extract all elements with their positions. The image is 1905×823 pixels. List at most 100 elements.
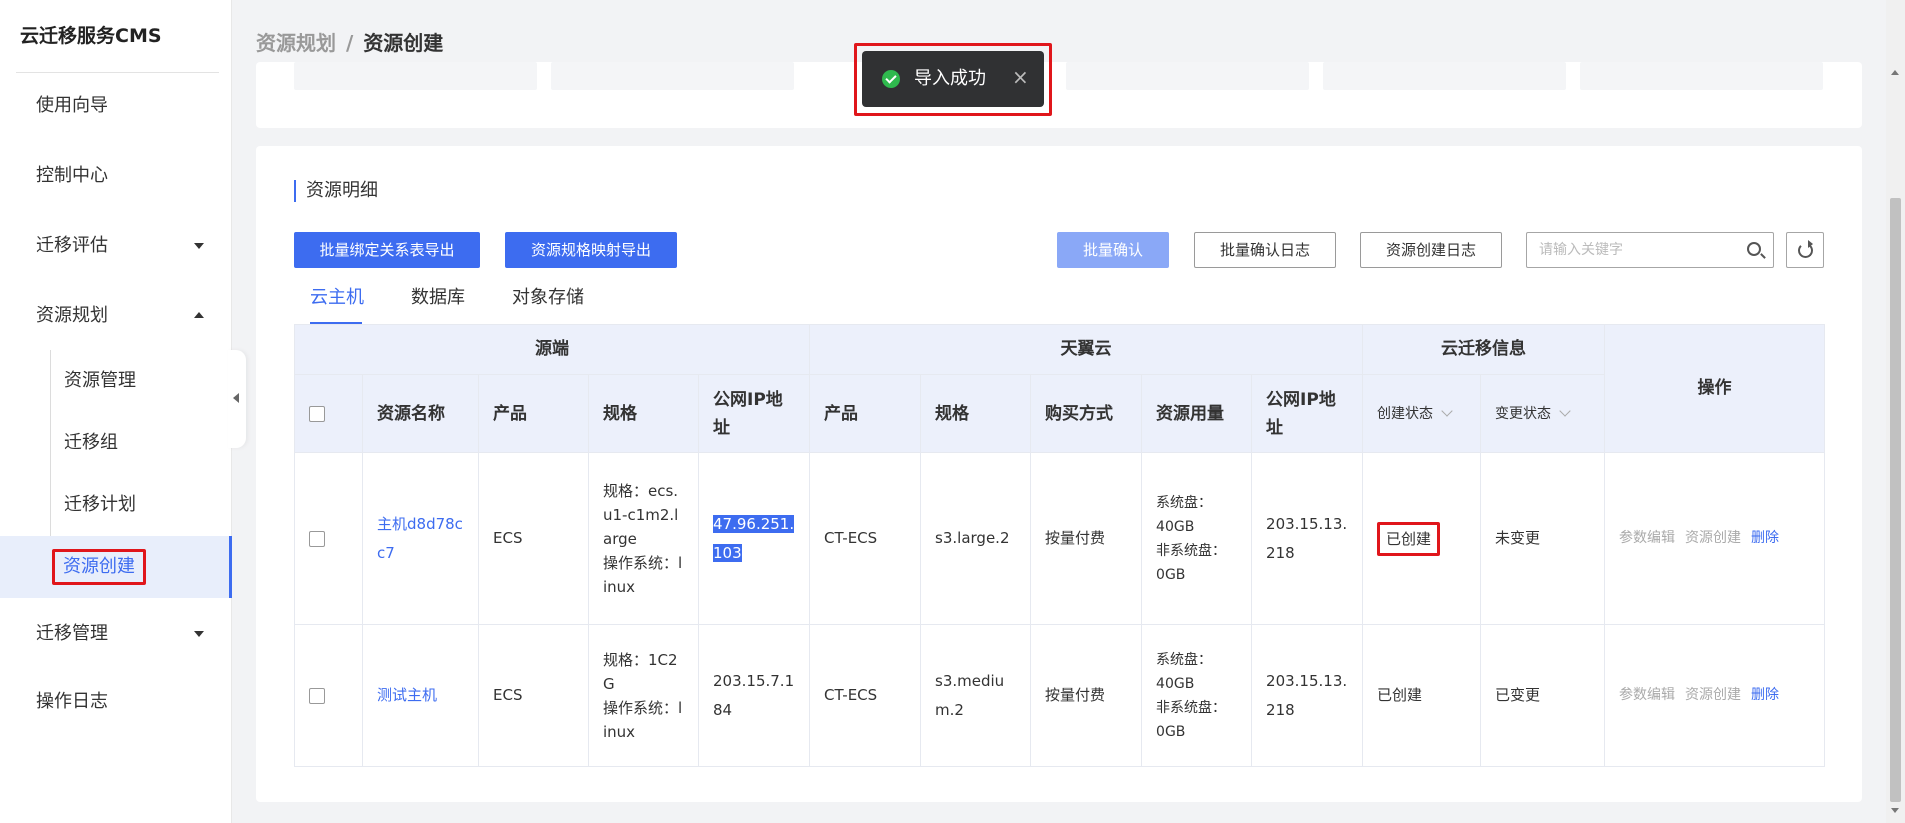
cell-actions: 参数编辑 资源创建 删除 <box>1604 452 1826 625</box>
export-mapping-button[interactable]: 资源规格映射导出 <box>505 232 677 268</box>
summary-stat <box>1323 62 1566 90</box>
select-all-checkbox[interactable] <box>309 405 325 422</box>
cell-usage: 系统盘：40GB 非系统盘：0GB <box>1141 452 1253 625</box>
chevron-down-icon[interactable] <box>1559 404 1571 417</box>
cell-product: ECS <box>478 624 589 767</box>
sidebar-item-operation-log[interactable]: 操作日志 <box>0 678 232 726</box>
sidebar-divider <box>16 72 219 73</box>
sidebar-subitem-migration-plan[interactable]: 迁移计划 <box>52 482 230 528</box>
chevron-up-icon <box>194 312 204 318</box>
refresh-button[interactable] <box>1786 232 1824 268</box>
column-header-create-status[interactable]: 创建状态 <box>1362 374 1482 453</box>
creation-log-button[interactable]: 资源创建日志 <box>1360 232 1502 268</box>
export-binding-button[interactable]: 批量绑定关系表导出 <box>294 232 480 268</box>
cell-change-status: 未变更 <box>1480 452 1606 625</box>
os-text: 操作系统：linux <box>603 698 683 741</box>
column-header-target-ip: 公网IP地址 <box>1251 374 1364 453</box>
row-checkbox[interactable] <box>309 687 325 704</box>
row-select-cell <box>294 452 363 625</box>
chevron-down-icon <box>194 631 204 637</box>
chevron-down-icon[interactable] <box>1441 404 1453 417</box>
batch-confirm-log-button[interactable]: 批量确认日志 <box>1194 232 1336 268</box>
chevron-down-icon <box>194 243 204 249</box>
breadcrumb-separator: / <box>346 31 354 55</box>
summary-stat <box>1580 62 1823 90</box>
sidebar-subitem-label: 资源创建 <box>52 549 146 585</box>
sidebar-item-label: 控制中心 <box>36 165 108 186</box>
column-header-purchase: 购买方式 <box>1030 374 1143 453</box>
summary-stat <box>294 62 537 90</box>
summary-card <box>256 62 1862 128</box>
cell-target-ip: 203.15.13.218 <box>1251 452 1364 625</box>
data-disk-text: 非系统盘：0GB <box>1156 542 1227 583</box>
resource-detail-card: 资源明细 批量绑定关系表导出 资源规格映射导出 批量确认 批量确认日志 资源创建… <box>256 146 1862 802</box>
resource-name-link[interactable]: 测试主机 <box>377 686 437 704</box>
scroll-down-icon[interactable] <box>1891 808 1899 813</box>
scrollbar-thumb[interactable] <box>1890 198 1901 802</box>
sidebar-subitem-resource-management[interactable]: 资源管理 <box>52 358 230 404</box>
toast-message: 导入成功 <box>914 68 986 89</box>
create-resource-link[interactable]: 资源创建 <box>1685 687 1741 703</box>
cell-product: ECS <box>478 452 589 625</box>
row-select-cell <box>294 624 363 767</box>
sidebar-collapse-button[interactable] <box>228 350 246 448</box>
cell-usage: 系统盘：40GB 非系统盘：0GB <box>1141 624 1253 767</box>
group-header-migration: 云迁移信息 <box>1362 324 1606 375</box>
resource-table: 源端 天翼云 云迁移信息 操作 资源名称 产品 规格 公网IP地址 产品 规格 … <box>293 324 1826 767</box>
refresh-icon <box>1798 240 1813 258</box>
delete-link[interactable]: 删除 <box>1751 687 1779 703</box>
column-header-target-product: 产品 <box>809 374 922 453</box>
group-header-tianyi: 天翼云 <box>809 324 1364 375</box>
sidebar-item-migration-assessment[interactable]: 迁移评估 <box>0 222 232 270</box>
column-header-label: 变更状态 <box>1495 405 1552 422</box>
spec-text: 规格：1C2G <box>603 650 678 693</box>
tab-database[interactable]: 数据库 <box>411 286 465 326</box>
edit-params-link[interactable]: 参数编辑 <box>1619 687 1675 703</box>
sidebar-item-label: 迁移评估 <box>36 235 108 256</box>
cell-name: 测试主机 <box>362 624 479 767</box>
column-header-usage: 资源用量 <box>1141 374 1253 453</box>
sidebar: 云迁移服务CMS 使用向导 控制中心 迁移评估 资源规划 资源管理 迁移组 迁移… <box>0 0 232 823</box>
tab-object-storage[interactable]: 对象存储 <box>512 286 584 326</box>
search-icon[interactable] <box>1747 242 1761 256</box>
success-toast: 导入成功 × <box>862 51 1044 107</box>
column-header-spec: 规格 <box>588 374 699 453</box>
table-row: 主机d8d78cc7 ECS 规格：ecs.u1-c1m2.large 操作系统… <box>294 452 1826 625</box>
search-input[interactable] <box>1539 239 1739 261</box>
summary-stat <box>551 62 794 90</box>
batch-confirm-button[interactable]: 批量确认 <box>1057 232 1169 268</box>
sidebar-item-migration-management[interactable]: 迁移管理 <box>0 610 232 658</box>
resource-name-link[interactable]: 主机d8d78cc7 <box>377 515 463 562</box>
group-header-actions: 操作 <box>1604 324 1826 453</box>
cell-change-status: 已变更 <box>1480 624 1606 767</box>
cell-public-ip: 203.15.7.184 <box>697 624 811 767</box>
scroll-up-icon[interactable] <box>1891 70 1899 75</box>
sidebar-item-label: 操作日志 <box>36 691 108 712</box>
cell-spec: 规格：ecs.u1-c1m2.large 操作系统：linux <box>588 452 699 625</box>
cell-target-spec: s3.medium.2 <box>920 624 1032 767</box>
delete-link[interactable]: 删除 <box>1751 530 1779 546</box>
column-header-label: 创建状态 <box>1377 405 1434 422</box>
sidebar-item-resource-planning[interactable]: 资源规划 <box>0 292 232 340</box>
cell-create-status: 已创建 <box>1362 624 1482 767</box>
section-title: 资源明细 <box>294 180 378 202</box>
edit-params-link[interactable]: 参数编辑 <box>1619 530 1675 546</box>
breadcrumb-current: 资源创建 <box>363 31 444 55</box>
sidebar-subitem-migration-group[interactable]: 迁移组 <box>52 420 230 466</box>
close-icon[interactable]: × <box>1012 65 1029 89</box>
cell-purchase: 按量付费 <box>1030 624 1143 767</box>
chevron-left-icon <box>233 393 239 403</box>
sidebar-item-control-center[interactable]: 控制中心 <box>0 152 232 200</box>
breadcrumb-parent[interactable]: 资源规划 <box>256 31 336 55</box>
column-header-name: 资源名称 <box>362 374 479 453</box>
tab-cloud-host[interactable]: 云主机 <box>310 286 364 326</box>
cell-target-product: CT-ECS <box>809 624 922 767</box>
page-scrollbar[interactable] <box>1886 0 1905 823</box>
sidebar-subitem-resource-creation[interactable]: 资源创建 <box>0 536 232 598</box>
sidebar-item-guide[interactable]: 使用向导 <box>0 82 232 130</box>
cell-actions: 参数编辑 资源创建 删除 <box>1604 624 1826 767</box>
column-header-change-status[interactable]: 变更状态 <box>1480 374 1606 453</box>
cell-create-status: 已创建 <box>1362 452 1482 625</box>
row-checkbox[interactable] <box>309 530 325 547</box>
create-resource-link[interactable]: 资源创建 <box>1685 530 1741 546</box>
